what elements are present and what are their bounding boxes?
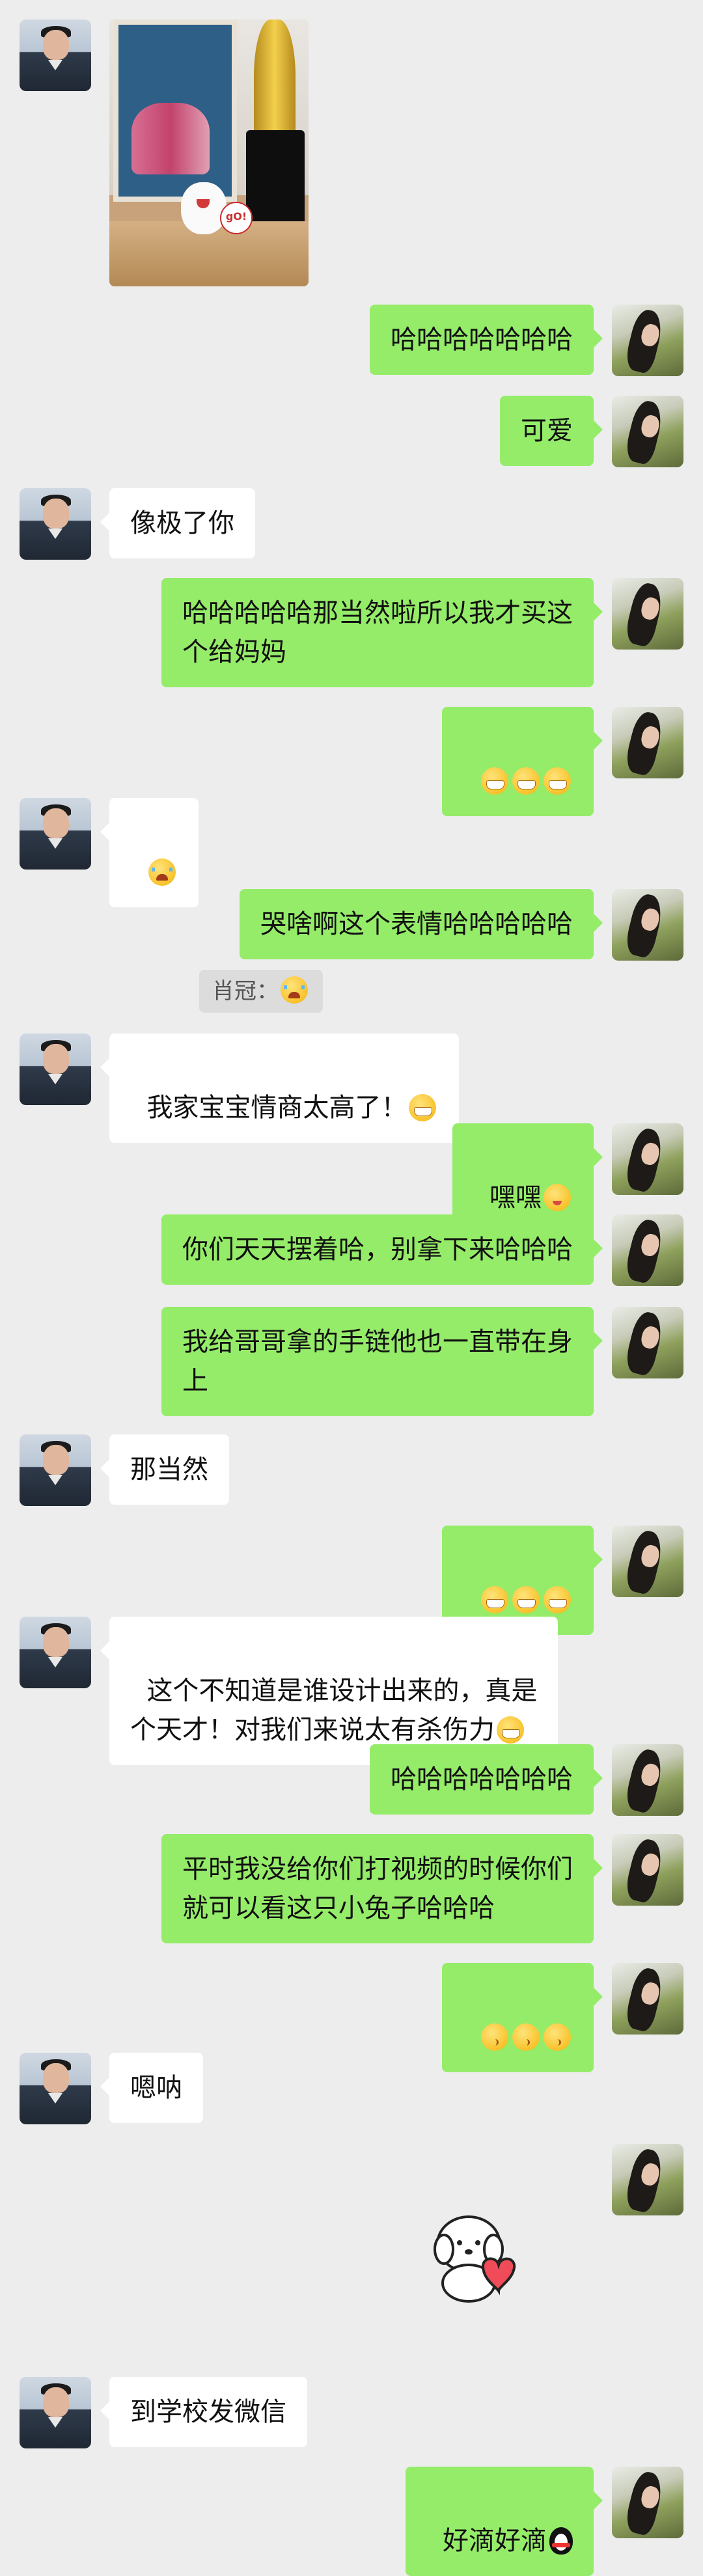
message-bubble[interactable]: 哈哈哈哈哈哈哈 <box>370 1744 603 1815</box>
quoted-reply[interactable]: 肖冠： <box>199 970 323 1013</box>
kissing-emoji-icon <box>544 2023 571 2051</box>
grin-emoji-icon <box>512 767 540 795</box>
kissing-emoji-icon <box>481 2023 508 2051</box>
message-bubble[interactable]: 像极了你 <box>100 488 255 558</box>
grin-emoji-icon <box>497 1716 524 1744</box>
message-bubble[interactable]: 我给哥哥拿的手链他也一直带在身 上 <box>161 1307 603 1416</box>
message-text: 好滴好滴 <box>443 2526 547 2556</box>
message-bubble[interactable]: 好滴好滴 <box>405 2467 603 2576</box>
emoji-message-bubble[interactable] <box>441 1963 603 2072</box>
crying-laughing-emoji-icon <box>148 858 176 886</box>
avatar-self[interactable] <box>612 305 683 376</box>
avatar-contact[interactable] <box>20 1617 91 1688</box>
grin-emoji-icon <box>512 1586 540 1613</box>
avatar-self[interactable] <box>612 578 683 650</box>
message-bubble[interactable]: 你们天天摆着哈，别拿下来哈哈哈 <box>161 1214 603 1285</box>
message-bubble[interactable]: 我家宝宝情商太高了！ <box>100 1034 460 1143</box>
avatar-contact[interactable] <box>20 488 91 560</box>
crying-laughing-emoji-icon <box>281 976 308 1004</box>
photo-frame <box>113 20 237 202</box>
image-message-bunny-photo[interactable]: gO! <box>109 20 309 286</box>
grin-emoji-icon <box>481 1586 508 1613</box>
message-bubble[interactable]: 到学校发微信 <box>100 2377 307 2447</box>
wink-tongue-emoji-icon <box>544 1184 571 1211</box>
message-text: 这个不知道是谁设计出来的，真是 个天才！对我们来说太有杀伤力 <box>130 1676 538 1745</box>
grin-emoji-icon <box>544 767 571 795</box>
bunny-figure <box>181 182 227 234</box>
avatar-contact[interactable] <box>20 798 91 870</box>
avatar-self[interactable] <box>612 1963 683 2035</box>
avatar-self[interactable] <box>612 1526 683 1597</box>
bunny-sign: gO! <box>220 202 253 234</box>
grin-emoji-icon <box>544 1586 571 1613</box>
message-bubble[interactable]: 嗯呐 <box>100 2053 203 2123</box>
avatar-contact[interactable] <box>20 2053 91 2124</box>
grin-emoji-icon <box>481 767 508 795</box>
avatar-self[interactable] <box>612 1307 683 1378</box>
dog-heart-sticker-icon[interactable] <box>423 2206 534 2304</box>
avatar-self[interactable] <box>612 1214 683 1286</box>
avatar-self[interactable] <box>612 2467 683 2538</box>
message-text: 我家宝宝情商太高了！ <box>146 1093 407 1123</box>
emoji-message-bubble[interactable] <box>441 707 603 816</box>
message-bubble[interactable]: 哭啥啊这个表情哈哈哈哈哈 <box>240 889 603 959</box>
avatar-contact[interactable] <box>20 1434 91 1506</box>
grin-emoji-icon <box>409 1094 437 1121</box>
message-text: 嘿嘿 <box>489 1183 542 1213</box>
avatar-self[interactable] <box>612 1834 683 1906</box>
message-bubble[interactable]: 哈哈哈哈哈那当然啦所以我才买这 个给妈妈 <box>161 578 603 687</box>
quoted-reply-label: 肖冠： <box>212 978 279 1004</box>
message-bubble[interactable]: 哈哈哈哈哈哈哈 <box>370 305 603 375</box>
message-bubble[interactable]: 那当然 <box>100 1434 229 1505</box>
penguin-emoji-icon <box>549 2527 573 2555</box>
avatar-self[interactable] <box>612 396 683 467</box>
avatar-contact[interactable] <box>20 1034 91 1105</box>
message-bubble[interactable]: 这个不知道是谁设计出来的，真是 个天才！对我们来说太有杀伤力 <box>100 1617 558 1765</box>
avatar-self[interactable] <box>612 889 683 961</box>
message-bubble[interactable]: 可爱 <box>500 396 603 466</box>
avatar-self[interactable] <box>612 2144 683 2215</box>
avatar-self[interactable] <box>612 707 683 778</box>
avatar-self[interactable] <box>612 1744 683 1816</box>
avatar-contact[interactable] <box>20 2377 91 2448</box>
message-bubble[interactable]: 平时我没给你们打视频的时候你们 就可以看这只小兔子哈哈哈 <box>161 1834 603 1943</box>
avatar-self[interactable] <box>612 1123 683 1195</box>
kissing-emoji-icon <box>512 2023 540 2051</box>
emoji-message-bubble[interactable] <box>100 798 199 907</box>
avatar-contact[interactable] <box>20 20 91 91</box>
